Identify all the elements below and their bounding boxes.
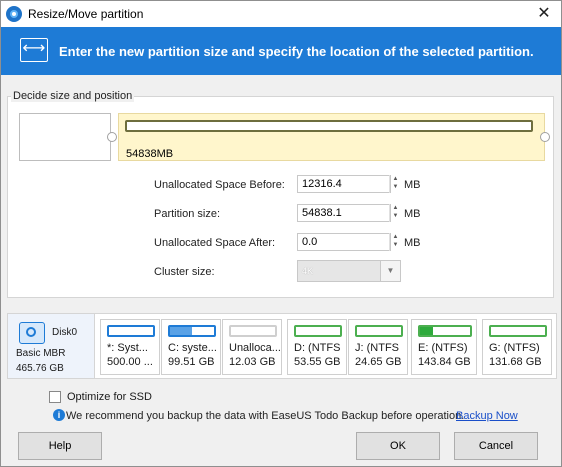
cluster-size-label: Cluster size:	[154, 266, 215, 278]
partition-usage-bar	[229, 325, 277, 337]
spin-up-icon[interactable]: ▲	[390, 175, 401, 183]
partition-usage-bar	[294, 325, 342, 337]
close-icon[interactable]: ✕	[527, 1, 561, 27]
app-icon	[6, 6, 22, 22]
partition-usage-bar	[355, 325, 403, 337]
unalloc-after-stepper[interactable]: ▲ ▼	[389, 233, 401, 251]
unit-label: MB	[404, 237, 421, 249]
usage-fill	[420, 327, 433, 335]
partition-block[interactable]: 54838MB	[118, 113, 545, 161]
partition-usage-bar	[168, 325, 216, 337]
disk-info[interactable]: Disk0 Basic MBR 465.76 GB	[8, 314, 95, 378]
unalloc-before-stepper[interactable]: ▲ ▼	[389, 175, 401, 193]
partition-tile[interactable]: *: Syst... 500.00 ...	[100, 319, 160, 375]
unalloc-before-input[interactable]	[297, 175, 391, 193]
window-title: Resize/Move partition	[28, 7, 144, 21]
disk-type: Basic MBR	[16, 348, 66, 359]
partition-tile[interactable]: G: (NTFS) 131.68 GB	[482, 319, 552, 375]
partition-label: D: (NTFS	[294, 342, 341, 354]
info-icon: i	[53, 409, 65, 421]
cluster-size-value: 4K	[302, 266, 314, 276]
partition-tile[interactable]: E: (NTFS) 143.84 GB	[411, 319, 477, 375]
partition-size-stepper[interactable]: ▲ ▼	[389, 204, 401, 222]
optimize-ssd-checkbox[interactable]	[49, 391, 61, 403]
disk-map: Disk0 Basic MBR 465.76 GB *: Syst... 500…	[7, 313, 557, 379]
partition-usage-bar	[107, 325, 155, 337]
left-resize-handle[interactable]	[107, 132, 117, 142]
spin-down-icon[interactable]: ▼	[390, 241, 401, 249]
help-button[interactable]: Help	[18, 432, 102, 460]
chevron-down-icon: ▼	[380, 261, 400, 281]
cluster-size-select: 4K ▼	[297, 260, 401, 282]
backup-recommendation: We recommend you backup the data with Ea…	[66, 410, 465, 422]
unalloc-after-label: Unallocated Space After:	[154, 237, 276, 249]
disk-name: Disk0	[52, 327, 78, 338]
usage-fill	[170, 327, 192, 335]
banner-text: Enter the new partition size and specify…	[59, 44, 534, 59]
group-legend: Decide size and position	[11, 90, 135, 102]
partition-tile[interactable]: Unalloca... 12.03 GB	[222, 319, 282, 375]
partition-label: E: (NTFS)	[418, 342, 468, 354]
resize-move-dialog: Resize/Move partition ✕ ⟷ Enter the new …	[0, 0, 562, 467]
partition-size-input[interactable]	[297, 204, 391, 222]
partition-label: *: Syst...	[107, 342, 148, 354]
partition-size: 143.84 GB	[418, 356, 471, 368]
unalloc-before-label: Unallocated Space Before:	[154, 179, 285, 191]
spin-up-icon[interactable]: ▲	[390, 204, 401, 212]
backup-now-link[interactable]: Backup Now	[456, 410, 518, 422]
partition-size: 500.00 ...	[107, 356, 153, 368]
partition-label: J: (NTFS	[355, 342, 399, 354]
disk-icon	[19, 322, 45, 344]
partition-size: 99.51 GB	[168, 356, 215, 368]
partition-tile[interactable]: D: (NTFS 53.55 GB	[287, 319, 347, 375]
partition-size: 24.65 GB	[355, 356, 402, 368]
partition-size: 12.03 GB	[229, 356, 276, 368]
resize-arrows-icon: ⟷	[20, 38, 48, 62]
unalloc-after-input[interactable]	[297, 233, 391, 251]
disk-size: 465.76 GB	[16, 363, 64, 374]
ok-button[interactable]: OK	[356, 432, 440, 460]
unit-label: MB	[404, 179, 421, 191]
spin-up-icon[interactable]: ▲	[390, 233, 401, 241]
partition-usage-bar	[489, 325, 547, 337]
partition-usage-bar	[418, 325, 472, 337]
unit-label: MB	[404, 208, 421, 220]
spin-down-icon[interactable]: ▼	[390, 212, 401, 220]
dialog-footer: Help OK Cancel	[1, 426, 561, 466]
title-bar: Resize/Move partition ✕	[1, 1, 561, 27]
right-resize-handle[interactable]	[540, 132, 550, 142]
size-position-group: 54838MB Unallocated Space Before: ▲▼ MB …	[7, 96, 554, 298]
partition-size: 131.68 GB	[489, 356, 542, 368]
instruction-banner: ⟷ Enter the new partition size and speci…	[1, 27, 561, 75]
optimize-ssd-label[interactable]: Optimize for SSD	[67, 391, 152, 403]
partition-label: Unalloca...	[229, 342, 281, 354]
partition-size-field-label: Partition size:	[154, 208, 221, 220]
unallocated-before-block	[19, 113, 111, 161]
spin-down-icon[interactable]: ▼	[390, 183, 401, 191]
partition-label: G: (NTFS)	[489, 342, 540, 354]
partition-usage-bar	[125, 120, 533, 132]
cancel-button[interactable]: Cancel	[454, 432, 538, 460]
partition-tile[interactable]: J: (NTFS 24.65 GB	[348, 319, 408, 375]
partition-size: 53.55 GB	[294, 356, 341, 368]
partition-label: C: syste...	[168, 342, 217, 354]
partition-tile[interactable]: C: syste... 99.51 GB	[161, 319, 221, 375]
partition-size-label: 54838MB	[126, 148, 174, 160]
